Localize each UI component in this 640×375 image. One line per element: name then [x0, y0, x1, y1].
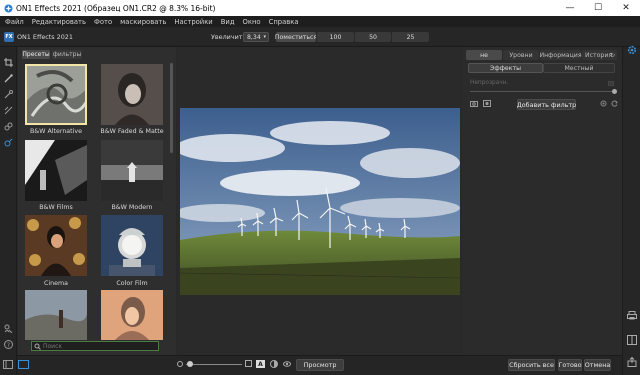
zoom-value: 8,34	[247, 33, 261, 41]
hand-tool-icon[interactable]	[3, 323, 14, 334]
right-panel: не Уровни Информация История ↻ Эффекты М…	[462, 47, 622, 355]
tab-local[interactable]: Местный	[543, 63, 615, 73]
fit-button[interactable]: Поместиться	[275, 32, 317, 42]
crop-icon[interactable]	[3, 57, 14, 68]
text-overlay-icon[interactable]: A	[256, 360, 265, 368]
preview-button[interactable]: Просмотр	[296, 359, 344, 371]
tab-levels[interactable]: Уровни	[503, 50, 539, 60]
browser-scrollbar[interactable]	[170, 63, 173, 153]
zoom-slider-track[interactable]	[186, 364, 242, 365]
done-button[interactable]: Готово	[558, 359, 582, 371]
svg-text:?: ?	[7, 342, 10, 349]
preset-label: B&W Alternative	[29, 128, 82, 135]
print-icon[interactable]	[627, 311, 637, 320]
search-placeholder: Поиск	[43, 342, 63, 350]
filmstrip-view-icon[interactable]	[18, 360, 29, 369]
tab-history-label: История	[585, 51, 613, 59]
tab-layers[interactable]: не	[466, 50, 502, 60]
preset-browser: Пресеты фильтры B&W Alternative B&W Fade…	[18, 47, 176, 355]
refine-icon[interactable]	[3, 121, 14, 132]
chevron-down-icon: ▾	[263, 34, 266, 40]
maximize-button[interactable]: ☐	[584, 0, 612, 16]
menu-edit[interactable]: Редактировать	[32, 18, 86, 26]
share-icon[interactable]	[627, 356, 637, 367]
search-icon	[34, 343, 41, 350]
menu-view[interactable]: Вид	[221, 18, 235, 26]
brush-icon[interactable]	[3, 73, 14, 84]
preset-thumbnail[interactable]	[25, 64, 87, 125]
tab-info[interactable]: Информация	[539, 50, 582, 60]
gear-icon[interactable]	[627, 45, 637, 55]
top-toolbar: FX ON1 Effects 2021 Увеличить 8,34 ▾ Пом…	[0, 27, 640, 47]
menu-bar: Файл Редактировать Фото маскировать Наст…	[0, 16, 640, 27]
preset-thumbnail[interactable]	[101, 140, 163, 201]
menu-photo[interactable]: Фото	[94, 18, 112, 26]
menu-window[interactable]: Окно	[243, 18, 261, 26]
mask-brush-icon[interactable]	[3, 89, 14, 100]
zoom-25-button[interactable]: 25	[391, 32, 429, 42]
zoom-50-button[interactable]: 50	[354, 32, 391, 42]
reset-icon[interactable]	[611, 100, 618, 107]
tab-effects[interactable]: Эффекты	[468, 63, 543, 73]
square-icon[interactable]	[245, 360, 252, 367]
bottom-bar: A Просмотр Сбросить все Готово Отмена	[3, 355, 622, 375]
preset-thumbnail[interactable]	[25, 215, 87, 276]
preset-thumbnail[interactable]	[101, 215, 163, 276]
app-logo-icon: FX	[4, 32, 14, 42]
retouch-icon[interactable]	[3, 137, 14, 148]
preset-thumbnail[interactable]	[25, 290, 87, 340]
preset-label: Color Film	[116, 280, 148, 287]
gradient-icon[interactable]	[3, 105, 14, 116]
preset-label: B&W Faded & Matte	[100, 128, 164, 135]
window-title: ON1 Effects 2021 (Образец ON1.CR2 @ 8.3%…	[16, 3, 216, 13]
opacity-label: Непрозрачн.	[470, 80, 509, 86]
zoom-label: Увеличить	[211, 33, 247, 41]
refresh-icon: ↻	[609, 51, 615, 59]
tab-history[interactable]: История ↻	[582, 50, 617, 60]
window-title-bar: ON1 Effects 2021 (Образец ON1.CR2 @ 8.3%…	[0, 0, 640, 16]
tab-presets[interactable]: Пресеты	[22, 50, 50, 59]
zoom-100-button[interactable]: 100	[316, 32, 354, 42]
preset-thumbnail[interactable]	[101, 64, 163, 125]
opacity-value-box[interactable]	[608, 81, 614, 86]
zoom-out-icon[interactable]	[177, 361, 183, 367]
right-tool-strip	[622, 45, 640, 375]
photo-preview[interactable]	[180, 108, 460, 295]
reset-all-button[interactable]: Сбросить все	[508, 359, 555, 371]
preset-label: B&W Modern	[111, 204, 153, 211]
panel-toggle-icon[interactable]	[627, 335, 637, 345]
settings-icon[interactable]	[600, 100, 607, 107]
preset-label: Cinema	[43, 280, 68, 287]
zoom-slider-handle[interactable]	[187, 361, 193, 367]
add-filter-button[interactable]: Добавить фильтр	[517, 99, 576, 110]
menu-settings[interactable]: Настройки	[174, 18, 212, 26]
compare-icon[interactable]	[270, 360, 278, 368]
minimize-button[interactable]: —	[556, 0, 584, 16]
opacity-slider-track[interactable]	[470, 91, 612, 92]
app-name: ON1 Effects 2021	[17, 33, 73, 41]
zoom-field[interactable]: 8,34 ▾	[243, 32, 269, 42]
preset-thumbnail[interactable]	[25, 140, 87, 201]
menu-mask[interactable]: маскировать	[120, 18, 166, 26]
preset-label: B&W Films	[39, 204, 73, 211]
close-button[interactable]: ✕	[612, 0, 640, 16]
preset-thumbnail[interactable]	[101, 290, 163, 340]
menu-help[interactable]: Справка	[269, 18, 299, 26]
preview-area[interactable]	[177, 47, 461, 355]
opacity-slider-handle[interactable]	[612, 89, 617, 94]
tool-strip: ?	[0, 47, 17, 375]
mask-icon[interactable]	[483, 100, 491, 107]
tab-filters[interactable]: фильтры	[52, 50, 82, 59]
search-input[interactable]: Поиск	[31, 341, 159, 351]
grid-view-icon[interactable]	[3, 360, 13, 369]
cancel-button[interactable]: Отмена	[584, 359, 611, 371]
help-icon[interactable]: ?	[3, 339, 14, 350]
menu-file[interactable]: Файл	[5, 18, 24, 26]
camera-icon[interactable]	[470, 100, 478, 107]
app-icon	[4, 4, 13, 13]
eye-icon[interactable]	[283, 360, 291, 368]
